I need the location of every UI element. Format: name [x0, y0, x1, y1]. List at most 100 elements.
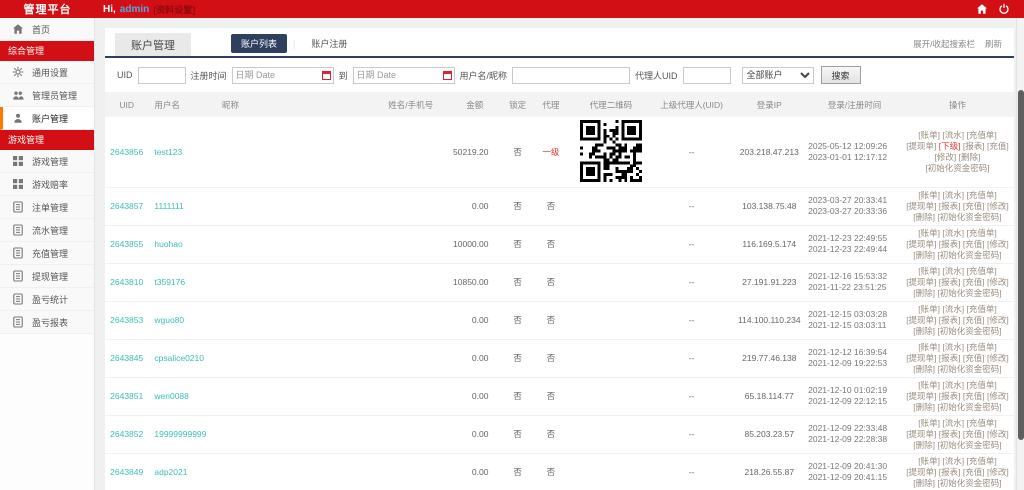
action-link[interactable]: [报表] [939, 429, 961, 439]
action-link[interactable]: [修改] [935, 152, 957, 162]
action-link[interactable]: [删除] [913, 212, 935, 222]
action-link[interactable]: [修改] [987, 277, 1009, 287]
username-link[interactable]: wen0088 [154, 391, 189, 401]
action-link[interactable]: [修改] [987, 201, 1009, 211]
action-link[interactable]: [初始化资金密码] [937, 212, 1001, 222]
refresh-link[interactable]: 刷新 [985, 38, 1002, 50]
sidebar-item-home[interactable]: 首页 [0, 18, 94, 41]
action-link[interactable]: [提现单] [906, 429, 936, 439]
sidebar-item-withdrawal[interactable]: 提现管理 [0, 265, 94, 288]
action-link[interactable]: [删除] [913, 440, 935, 450]
uid-link[interactable]: 2643810 [110, 277, 143, 287]
action-link[interactable]: [提现单] [906, 315, 936, 325]
action-link[interactable]: [流水] [942, 456, 964, 466]
action-link[interactable]: [修改] [987, 467, 1009, 477]
action-link[interactable]: [报表] [939, 277, 961, 287]
action-link[interactable]: [充值单] [966, 342, 996, 352]
action-link[interactable]: [初始化资金密码] [937, 478, 1001, 488]
profile-settings-link[interactable]: [资料设置] [153, 3, 195, 16]
sidebar-item-admin-management[interactable]: 管理员管理 [0, 84, 94, 107]
action-link[interactable]: [初始化资金密码] [925, 163, 989, 173]
username-link[interactable]: t359176 [154, 277, 185, 287]
username-link[interactable]: adp2021 [154, 467, 187, 477]
action-link[interactable]: [充值] [963, 201, 985, 211]
toggle-search-link[interactable]: 展开/收起搜索栏 [913, 38, 975, 50]
home-icon[interactable] [976, 3, 988, 15]
action-link[interactable]: [初始化资金密码] [937, 326, 1001, 336]
action-link[interactable]: [报表] [939, 315, 961, 325]
action-link[interactable]: [修改] [987, 391, 1009, 401]
action-link[interactable]: [修改] [987, 429, 1009, 439]
uid-link[interactable]: 2643855 [110, 239, 143, 249]
action-link[interactable]: [充值] [963, 429, 985, 439]
action-link[interactable]: [流水] [942, 190, 964, 200]
action-link[interactable]: [删除] [959, 152, 981, 162]
action-link[interactable]: [删除] [913, 326, 935, 336]
action-link[interactable]: [报表] [939, 467, 961, 477]
username-link[interactable]: 19999999999 [154, 429, 206, 439]
action-link[interactable]: [充值] [963, 467, 985, 477]
action-link[interactable]: [流水] [942, 342, 964, 352]
action-link[interactable]: [提现单] [906, 201, 936, 211]
uid-link[interactable]: 2643851 [110, 391, 143, 401]
uid-link[interactable]: 2643852 [110, 429, 143, 439]
action-link[interactable]: [报表] [939, 239, 961, 249]
action-link[interactable]: [提现单] [906, 391, 936, 401]
action-link[interactable]: [提现单] [906, 277, 936, 287]
sidebar-item-game-odds[interactable]: 游戏赔率 [0, 173, 94, 196]
action-link[interactable]: [流水] [942, 266, 964, 276]
action-link[interactable]: [下级] [939, 141, 961, 151]
sidebar-item-profit-report[interactable]: 盈亏报表 [0, 311, 94, 334]
action-link[interactable]: [账单] [918, 130, 940, 140]
action-link[interactable]: [报表] [939, 353, 961, 363]
action-link[interactable]: [删除] [913, 478, 935, 488]
action-link[interactable]: [账单] [918, 266, 940, 276]
action-link[interactable]: [初始化资金密码] [937, 288, 1001, 298]
account-type-select[interactable]: 全部账户 [742, 67, 814, 84]
action-link[interactable]: [充值单] [966, 380, 996, 390]
tab-account-register[interactable]: 账户注册 [301, 34, 357, 53]
calendar-icon[interactable] [443, 71, 452, 80]
action-link[interactable]: [充值单] [966, 228, 996, 238]
tab-account-list[interactable]: 账户列表 [231, 34, 287, 53]
action-link[interactable]: [初始化资金密码] [937, 402, 1001, 412]
calendar-icon[interactable] [322, 71, 331, 80]
date-to-input[interactable] [353, 67, 455, 84]
action-link[interactable]: [充值] [963, 239, 985, 249]
sidebar-item-general-settings[interactable]: 通用设置 [0, 61, 94, 84]
action-link[interactable]: [初始化资金密码] [937, 364, 1001, 374]
power-icon[interactable] [998, 3, 1010, 15]
action-link[interactable]: [充值单] [966, 456, 996, 466]
action-link[interactable]: [初始化资金密码] [937, 440, 1001, 450]
action-link[interactable]: [报表] [939, 201, 961, 211]
action-link[interactable]: [充值] [963, 277, 985, 287]
scrollbar-thumb[interactable] [1018, 90, 1024, 440]
action-link[interactable]: [充值] [963, 353, 985, 363]
action-link[interactable]: [充值单] [966, 304, 996, 314]
sidebar-item-recharge[interactable]: 充值管理 [0, 242, 94, 265]
action-link[interactable]: [流水] [942, 304, 964, 314]
action-link[interactable]: [删除] [913, 250, 935, 260]
date-from-input[interactable] [232, 67, 334, 84]
action-link[interactable]: [账单] [918, 342, 940, 352]
uid-link[interactable]: 2643845 [110, 353, 143, 363]
action-link[interactable]: [修改] [987, 315, 1009, 325]
action-link[interactable]: [初始化资金密码] [937, 250, 1001, 260]
action-link[interactable]: [流水] [942, 228, 964, 238]
action-link[interactable]: [提现单] [906, 239, 936, 249]
uid-link[interactable]: 2643856 [110, 147, 143, 157]
action-link[interactable]: [账单] [918, 304, 940, 314]
uid-link[interactable]: 2643857 [110, 201, 143, 211]
action-link[interactable]: [报表] [963, 141, 985, 151]
username-link[interactable]: 1111111 [154, 201, 183, 211]
action-link[interactable]: [流水] [942, 418, 964, 428]
action-link[interactable]: [充值] [963, 391, 985, 401]
sidebar-item-account-management[interactable]: 账户管理 [0, 107, 94, 130]
action-link[interactable]: [充值单] [966, 130, 996, 140]
uid-link[interactable]: 2643853 [110, 315, 143, 325]
sidebar-item-game-management[interactable]: 游戏管理 [0, 150, 94, 173]
action-link[interactable]: [流水] [942, 130, 964, 140]
action-link[interactable]: [提现单] [906, 353, 936, 363]
sidebar-item-bet-orders[interactable]: 注单管理 [0, 196, 94, 219]
action-link[interactable]: [报表] [939, 391, 961, 401]
